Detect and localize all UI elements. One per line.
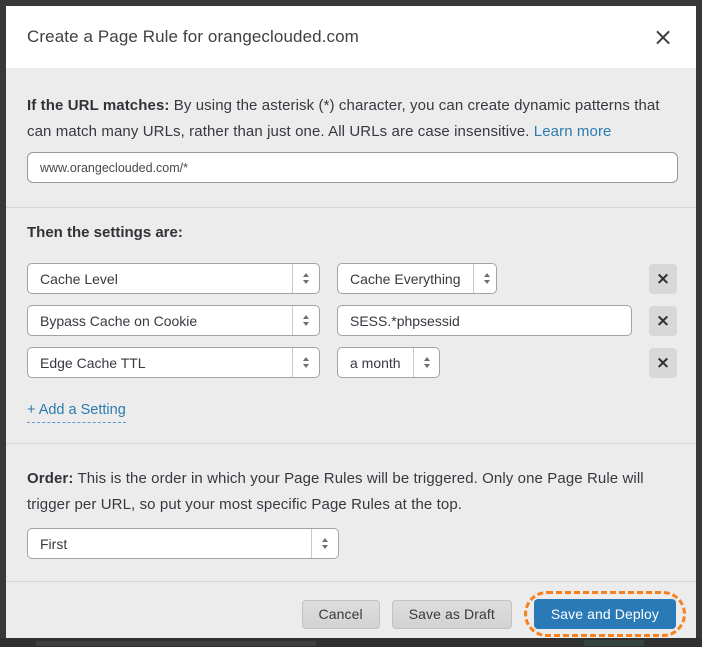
select-arrows-icon [473,264,497,293]
setting-row-cache-level: Cache Level Cache Everything × [27,263,677,294]
url-match-label: If the URL matches: [27,97,169,114]
setting-select-edge-cache-ttl[interactable]: Edge Cache TTL [27,347,320,378]
cookie-pattern-input[interactable] [337,305,632,336]
save-and-deploy-button[interactable]: Save and Deploy [534,599,676,629]
create-page-rule-modal: Create a Page Rule for orangeclouded.com… [6,6,696,638]
background-text-smudge [36,641,316,646]
order-label: Order: [27,470,73,487]
order-select-label: First [28,529,311,558]
value-select-label: Cache Everything [338,264,473,293]
remove-setting-icon[interactable]: × [649,264,677,294]
setting-select-bypass-cache[interactable]: Bypass Cache on Cookie [27,305,320,336]
order-select[interactable]: First [27,528,339,559]
order-description: This is the order in which your Page Rul… [27,470,644,513]
remove-setting-icon[interactable]: × [649,306,677,336]
select-arrows-icon [292,264,319,293]
select-arrows-icon [413,348,440,377]
setting-select-label: Bypass Cache on Cookie [28,306,292,335]
value-select-ttl[interactable]: a month [337,347,440,378]
add-setting-link[interactable]: + Add a Setting [27,402,126,423]
url-match-section: If the URL matches: By using the asteris… [6,68,696,207]
modal-body: If the URL matches: By using the asteris… [6,68,696,638]
order-text: Order: This is the order in which your P… [27,466,677,518]
cancel-button[interactable]: Cancel [302,600,380,629]
highlight-annotation: Save and Deploy [524,591,686,637]
background-content-smudge [584,640,644,646]
save-as-draft-button[interactable]: Save as Draft [392,600,512,629]
select-arrows-icon [292,348,319,377]
setting-row-bypass-cache: Bypass Cache on Cookie × [27,305,677,336]
order-section: Order: This is the order in which your P… [6,444,696,581]
background-page-strip [0,638,702,647]
remove-setting-icon[interactable]: × [649,348,677,378]
setting-select-cache-level[interactable]: Cache Level [27,263,320,294]
close-icon[interactable]: × [649,23,677,51]
modal-title: Create a Page Rule for orangeclouded.com [27,27,359,47]
url-pattern-input[interactable] [27,152,678,183]
learn-more-link[interactable]: Learn more [534,123,612,140]
settings-section: Then the settings are: Cache Level Cache… [6,208,696,443]
setting-row-edge-cache-ttl: Edge Cache TTL a month × [27,347,677,378]
url-match-text: If the URL matches: By using the asteris… [27,93,677,145]
value-select-label: a month [338,348,413,377]
value-select-cache-everything[interactable]: Cache Everything [337,263,497,294]
setting-select-label: Cache Level [28,264,292,293]
settings-heading: Then the settings are: [27,224,677,241]
select-arrows-icon [292,306,319,335]
select-arrows-icon [311,529,338,558]
modal-footer: Cancel Save as Draft Save and Deploy [6,582,696,637]
setting-select-label: Edge Cache TTL [28,348,292,377]
modal-header: Create a Page Rule for orangeclouded.com… [6,6,696,68]
